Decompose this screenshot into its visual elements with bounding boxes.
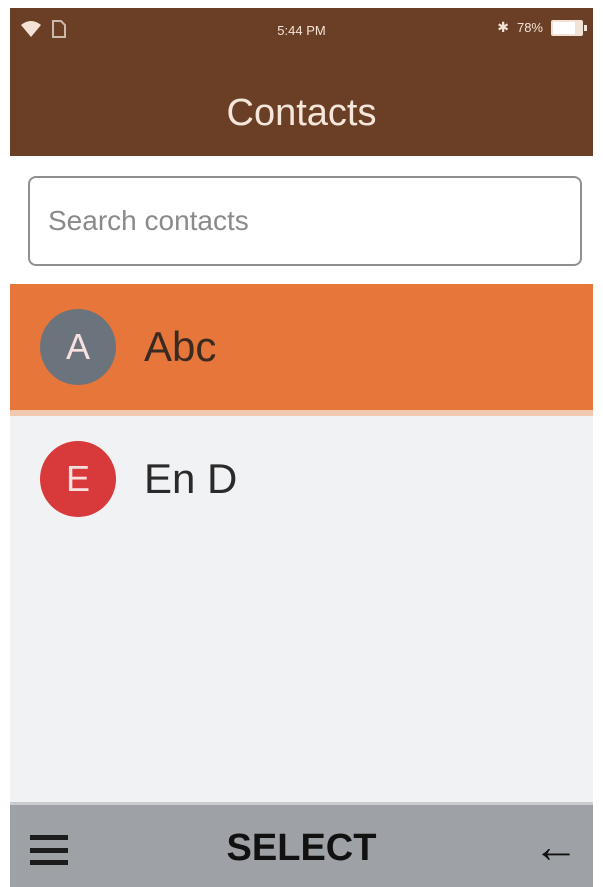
search-input[interactable] — [28, 176, 582, 266]
softkey-bar: SELECT ← — [10, 802, 593, 887]
avatar: A — [40, 309, 116, 385]
back-arrow-icon[interactable]: ← — [533, 819, 579, 873]
avatar-initial: E — [65, 458, 90, 499]
contact-row-abc[interactable]: A Abc — [10, 284, 593, 416]
contact-name: Abc — [144, 323, 217, 370]
search-area — [10, 156, 593, 284]
status-bar: 5:44 PM ✱ 78% — [10, 8, 593, 54]
contact-list: A Abc E En D — [10, 284, 593, 802]
bluetooth-icon: ✱ — [497, 19, 509, 35]
battery-percent: 78% — [516, 20, 543, 35]
battery-icon — [551, 19, 587, 36]
battery-level — [553, 21, 575, 34]
page-title: Contacts — [226, 92, 377, 134]
contact-row-en-d[interactable]: E En D — [10, 416, 593, 542]
app-header: 5:44 PM ✱ 78% Contacts — [10, 8, 593, 156]
contact-name: En D — [144, 455, 238, 502]
status-right-icons: ✱ 78% — [497, 19, 587, 36]
avatar-initial: A — [65, 326, 90, 367]
avatar: E — [40, 441, 116, 517]
select-softkey[interactable]: SELECT — [10, 827, 593, 870]
phone-screen: 5:44 PM ✱ 78% Contacts A Abc E En D — [10, 8, 593, 887]
